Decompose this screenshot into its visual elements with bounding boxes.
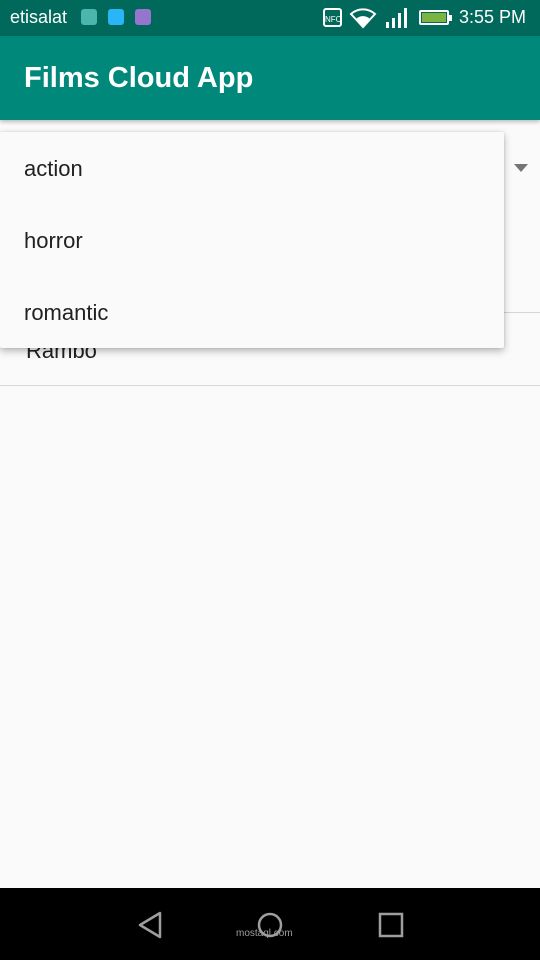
status-bar: etisalat NFC 3:55 PM: [0, 0, 540, 36]
status-time: 3:55 PM: [459, 7, 527, 27]
navigation-bar: mostaql.com: [0, 888, 540, 960]
dropdown-option-action[interactable]: action: [0, 132, 504, 204]
nfc-icon: NFC: [323, 8, 342, 27]
recents-icon[interactable]: [376, 910, 406, 940]
battery-charging-icon: [419, 10, 452, 25]
signal-icon: [386, 8, 407, 28]
cloud-icon: [81, 9, 97, 25]
back-icon[interactable]: [136, 910, 166, 940]
dropdown-option-horror[interactable]: horror: [0, 204, 504, 276]
dropdown-option-label: horror: [24, 228, 83, 253]
dropdown-option-romantic[interactable]: romantic: [0, 276, 504, 348]
chat-icon: [108, 9, 124, 25]
watermark: mostaql.com: [236, 928, 293, 939]
dropdown-option-label: action: [24, 156, 83, 181]
dropdown-arrow-icon[interactable]: [514, 164, 528, 172]
carrier-name: etisalat: [10, 7, 68, 27]
wifi-icon: [349, 8, 377, 29]
app-bar: Films Cloud App: [0, 36, 540, 120]
app-title: Films Cloud App: [24, 62, 254, 94]
dropdown-option-label: romantic: [24, 300, 109, 325]
image-icon: [135, 9, 151, 25]
category-dropdown-menu[interactable]: action horror romantic: [0, 132, 504, 348]
